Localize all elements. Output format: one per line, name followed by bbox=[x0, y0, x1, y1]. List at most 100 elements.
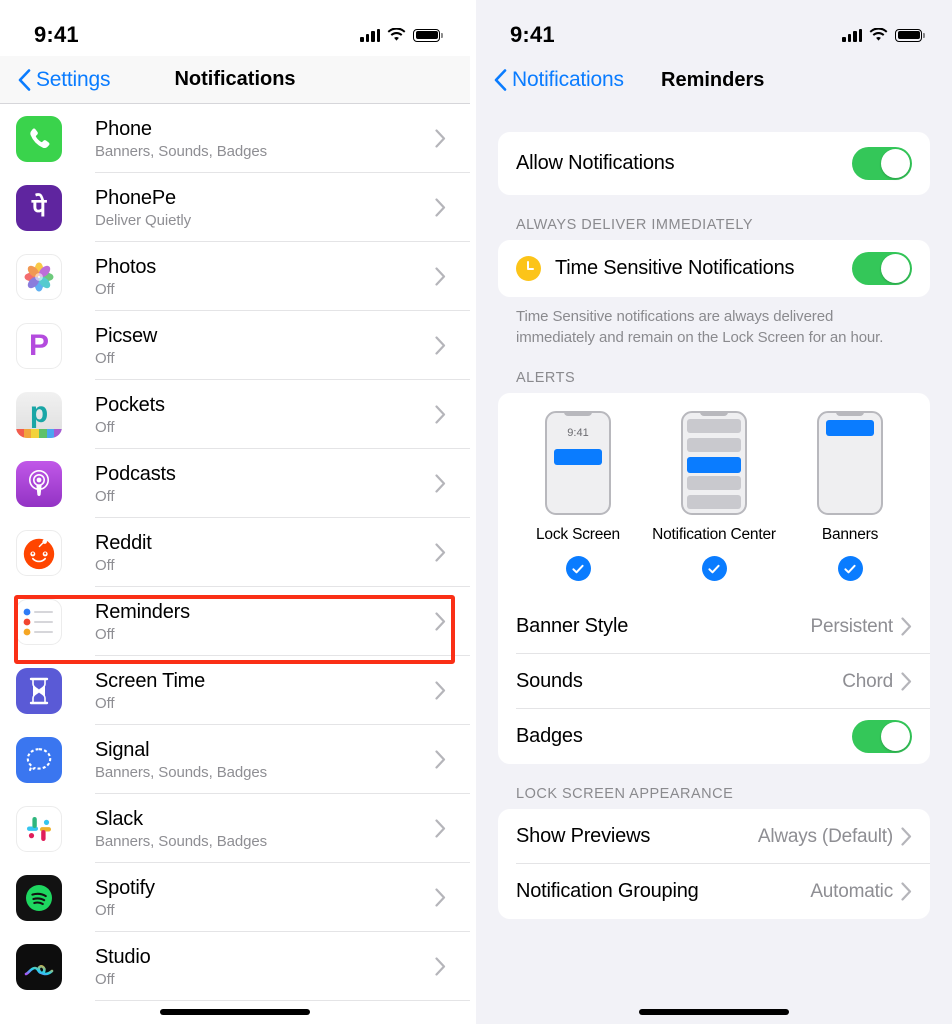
app-status: Off bbox=[95, 418, 115, 436]
app-status: Off bbox=[95, 487, 115, 505]
allow-notifications-toggle[interactable] bbox=[852, 147, 912, 180]
chevron-right-icon bbox=[435, 957, 446, 976]
lockscreen-card: Show Previews Always (Default) Notificat… bbox=[498, 809, 930, 919]
alert-option-notification-center[interactable]: Notification Center bbox=[646, 411, 782, 581]
chevron-right-icon bbox=[435, 681, 446, 700]
notification-app-list[interactable]: Phone Banners, Sounds, Badges पे PhonePe Del… bbox=[0, 104, 470, 1001]
app-row-text: Photos Off bbox=[95, 256, 156, 298]
show-previews-label: Show Previews bbox=[516, 825, 651, 847]
status-indicators bbox=[360, 28, 443, 42]
show-previews-value: Always (Default) bbox=[757, 825, 893, 847]
app-row-photos[interactable]: Photos Off bbox=[0, 242, 470, 311]
badges-row[interactable]: Badges bbox=[498, 709, 930, 764]
app-row-text: Picsew Off bbox=[95, 325, 157, 367]
app-row-text: Slack Banners, Sounds, Badges bbox=[95, 808, 267, 850]
app-row-studio[interactable]: Studio Off bbox=[0, 932, 470, 1001]
app-name: Phone bbox=[95, 117, 152, 140]
show-previews-row[interactable]: Show Previews Always (Default) bbox=[498, 809, 930, 864]
chevron-left-icon bbox=[494, 69, 507, 91]
right-phone-panel: 9:41 Notifications Reminders Allow Notif… bbox=[476, 0, 952, 1024]
back-button-settings[interactable]: Settings bbox=[18, 68, 110, 92]
app-name: Spotify bbox=[95, 876, 155, 899]
alert-check-icon[interactable] bbox=[565, 556, 591, 581]
app-row-reddit[interactable]: Reddit Off bbox=[0, 518, 470, 587]
alerts-option-grid: 9:41 Lock Screen Notification Center Ban… bbox=[498, 411, 930, 585]
app-name: PhonePe bbox=[95, 186, 176, 209]
lockscreen-section-header: LOCK SCREEN APPEARANCE bbox=[516, 786, 734, 802]
app-row-podcasts[interactable]: Podcasts Off bbox=[0, 449, 470, 518]
reminders-app-icon bbox=[16, 598, 62, 645]
app-status: Banners, Sounds, Badges bbox=[95, 832, 267, 850]
pockets-app-icon: p bbox=[16, 391, 62, 438]
alert-option-banners[interactable]: Banners bbox=[782, 411, 918, 581]
chevron-right-icon bbox=[435, 819, 446, 838]
battery-icon bbox=[413, 28, 443, 42]
right-page-title: Reminders bbox=[661, 68, 765, 91]
app-status: Off bbox=[95, 625, 115, 643]
notification-grouping-row[interactable]: Notification Grouping Automatic bbox=[498, 864, 930, 919]
banners-preview-icon bbox=[817, 411, 883, 515]
app-row-picsew[interactable]: P Picsew Off bbox=[0, 311, 470, 380]
chevron-right-icon bbox=[435, 336, 446, 355]
app-row-text: Pockets Off bbox=[95, 394, 165, 436]
app-status: Banners, Sounds, Badges bbox=[95, 763, 267, 781]
time-sensitive-toggle[interactable] bbox=[852, 252, 912, 285]
home-indicator bbox=[639, 1009, 789, 1015]
preview-time: 9:41 bbox=[567, 427, 589, 439]
app-name: Screen Time bbox=[95, 669, 206, 692]
app-row-text: Signal Banners, Sounds, Badges bbox=[95, 739, 267, 781]
dual-phone-screenshot: 9:41 Settings Notifications Phone Banners… bbox=[0, 0, 952, 1024]
chevron-left-icon bbox=[18, 68, 31, 91]
chevron-right-icon bbox=[901, 827, 912, 846]
chevron-right-icon bbox=[435, 612, 446, 631]
status-time: 9:41 bbox=[510, 22, 555, 47]
banner-style-row[interactable]: Banner Style Persistent bbox=[498, 599, 930, 654]
studio-app-icon bbox=[16, 943, 62, 990]
immediate-section-header: ALWAYS DELIVER IMMEDIATELY bbox=[516, 217, 753, 233]
home-indicator bbox=[160, 1009, 310, 1015]
app-status: Off bbox=[95, 694, 115, 712]
chevron-right-icon bbox=[435, 405, 446, 424]
sounds-value: Chord bbox=[842, 670, 893, 692]
chevron-right-icon bbox=[435, 888, 446, 907]
right-nav-bar: Notifications Reminders bbox=[476, 56, 952, 104]
sounds-row[interactable]: Sounds Chord bbox=[498, 654, 930, 709]
back-button-label: Settings bbox=[36, 67, 111, 91]
app-row-spotify[interactable]: Spotify Off bbox=[0, 863, 470, 932]
back-button-notifications[interactable]: Notifications bbox=[494, 68, 624, 92]
sounds-label: Sounds bbox=[516, 670, 583, 692]
app-row-screen-time[interactable]: Screen Time Off bbox=[0, 656, 470, 725]
badges-toggle[interactable] bbox=[852, 720, 912, 753]
wifi-icon bbox=[869, 28, 888, 42]
alert-option-label: Lock Screen bbox=[536, 526, 620, 543]
app-row-text: Reminders Off bbox=[95, 601, 190, 643]
slack-app-icon bbox=[16, 805, 62, 852]
screen-time-app-icon bbox=[16, 667, 62, 714]
status-indicators bbox=[842, 28, 925, 42]
app-name: Picsew bbox=[95, 324, 158, 347]
alert-check-icon[interactable] bbox=[837, 556, 863, 581]
chevron-right-icon bbox=[901, 672, 912, 691]
app-row-reminders[interactable]: Reminders Off bbox=[0, 587, 470, 656]
alert-option-lock-screen[interactable]: 9:41 Lock Screen bbox=[510, 411, 646, 581]
wifi-icon bbox=[387, 28, 406, 42]
phone-app-icon bbox=[16, 115, 62, 162]
alerts-card: 9:41 Lock Screen Notification Center Ban… bbox=[498, 393, 930, 764]
allow-notifications-label: Allow Notifications bbox=[516, 152, 675, 174]
app-status: Off bbox=[95, 349, 115, 367]
app-row-slack[interactable]: Slack Banners, Sounds, Badges bbox=[0, 794, 470, 863]
alert-check-icon[interactable] bbox=[701, 556, 727, 581]
app-row-signal[interactable]: Signal Banners, Sounds, Badges bbox=[0, 725, 470, 794]
app-status: Off bbox=[95, 556, 115, 574]
app-row-phone[interactable]: Phone Banners, Sounds, Badges bbox=[0, 104, 470, 173]
allow-notifications-row[interactable]: Allow Notifications bbox=[498, 132, 930, 195]
notification-center-preview-icon bbox=[681, 411, 747, 515]
alert-option-label: Notification Center bbox=[652, 526, 776, 543]
time-sensitive-card: Time Sensitive Notifications bbox=[498, 240, 930, 297]
allow-notifications-card: Allow Notifications bbox=[498, 132, 930, 195]
chevron-right-icon bbox=[435, 750, 446, 769]
time-sensitive-row[interactable]: Time Sensitive Notifications bbox=[498, 240, 930, 297]
app-row-phonepe[interactable]: पे PhonePe Deliver Quietly bbox=[0, 173, 470, 242]
app-row-text: Spotify Off bbox=[95, 877, 155, 919]
app-row-pockets[interactable]: p Pockets Off bbox=[0, 380, 470, 449]
